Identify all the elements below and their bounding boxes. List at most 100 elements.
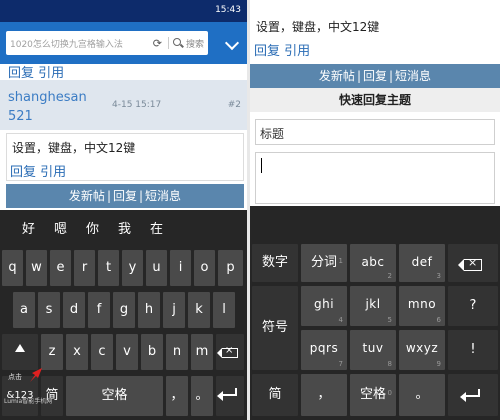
reply-quote-link[interactable]: 回复 引用 [10, 161, 66, 180]
key-w[interactable]: w [26, 250, 47, 286]
comma-key[interactable]: ， [166, 376, 188, 416]
backspace-icon [217, 345, 238, 358]
key-l[interactable]: l [213, 292, 235, 328]
reply-quote-link[interactable]: 回复 引用 [254, 40, 310, 59]
shift-arrow-icon [15, 344, 25, 352]
candidate-word[interactable]: 好 [22, 218, 35, 237]
key-ghi[interactable]: ghi 4 [301, 286, 347, 326]
search-placeholder: 1020怎么切换九宫格输入法 [10, 39, 123, 50]
quick-reply-title: 快速回复主题 [250, 88, 500, 112]
shift-key[interactable] [2, 334, 38, 370]
refresh-icon[interactable]: ⟳ [153, 37, 162, 50]
enter-icon [460, 389, 480, 402]
text-caret [261, 158, 262, 173]
key-i[interactable]: i [170, 250, 191, 286]
post-content: 设置，键盘，中文12键 [12, 141, 136, 155]
period-key[interactable]: 。 [399, 374, 445, 416]
candidate-bar: 好 嗯 你 我 在 [0, 210, 247, 244]
key-s[interactable]: s [38, 292, 60, 328]
key-o[interactable]: o [194, 250, 215, 286]
comma-key[interactable]: ， [301, 374, 347, 416]
key-jkl[interactable]: jkl 5 [350, 286, 396, 326]
key-e[interactable]: e [50, 250, 71, 286]
key-j[interactable]: j [163, 292, 185, 328]
action-bar: 发新帖 | 回复 | 短消息 [6, 184, 244, 208]
title-field[interactable]: 标题 [255, 119, 495, 145]
key-wxyz[interactable]: wxyz 9 [399, 330, 445, 370]
digits-key[interactable]: 数字 [252, 244, 298, 282]
post-floor: #2 [227, 100, 241, 110]
post-username[interactable]: shanghesan 521 [8, 88, 128, 126]
key-k[interactable]: k [188, 292, 210, 328]
key-h[interactable]: h [138, 292, 160, 328]
message-button[interactable]: 短消息 [394, 69, 432, 83]
language-key[interactable]: 简 [252, 374, 298, 416]
period-key[interactable]: 。 [191, 376, 213, 416]
watermark-text: Lumia智能手机网 [4, 398, 53, 405]
key-def[interactable]: def 3 [399, 244, 445, 282]
key-z[interactable]: z [41, 334, 63, 370]
enter-key[interactable] [448, 374, 498, 416]
post-date: 4-15 15:17 [112, 100, 162, 110]
key-n[interactable]: n [166, 334, 188, 370]
key-x[interactable]: x [66, 334, 88, 370]
space-key[interactable]: 空格 0 [350, 374, 396, 416]
key-y[interactable]: y [122, 250, 143, 286]
divider [167, 37, 169, 49]
symbols-key[interactable]: &123 [2, 376, 38, 416]
key-r[interactable]: r [74, 250, 95, 286]
key-mno[interactable]: mno 6 [399, 286, 445, 326]
post-card: 设置，键盘，中文12键 回复 引用 [6, 133, 244, 181]
symbols-key[interactable]: 符号 [252, 286, 298, 370]
post-header: shanghesan 521 4-15 15:17 #2 [0, 80, 247, 130]
key-t[interactable]: t [98, 250, 119, 286]
key-b[interactable]: b [141, 334, 163, 370]
status-time: 15:43 [215, 5, 241, 15]
search-label[interactable]: 搜索 [186, 37, 204, 50]
backspace-key[interactable] [216, 334, 244, 370]
reply-button[interactable]: 回复 [362, 69, 388, 83]
message-button[interactable]: 短消息 [144, 189, 182, 203]
right-screen: 设置，键盘，中文12键 回复 引用 发新帖 | 回复 | 短消息 快速回复主题 标题 数… [250, 0, 500, 420]
key-q[interactable]: q [2, 250, 23, 286]
enter-icon [217, 388, 237, 401]
search-input[interactable]: 1020怎么切换九宫格输入法 ⟳ 搜索 [6, 31, 208, 55]
exclaim-key[interactable]: ! [448, 330, 498, 370]
key-tuv[interactable]: tuv 8 [350, 330, 396, 370]
question-key[interactable]: ? [448, 286, 498, 326]
key-v[interactable]: v [116, 334, 138, 370]
space-key[interactable]: 空格 [66, 376, 163, 416]
red-pointer-arrow-icon [30, 368, 42, 382]
reply-quote-link[interactable]: 回复 引用 [8, 62, 64, 81]
key-a[interactable]: a [13, 292, 35, 328]
backspace-key[interactable] [448, 244, 498, 282]
reply-body-field[interactable] [255, 152, 495, 204]
new-post-button[interactable]: 发新帖 [318, 69, 356, 83]
search-icon[interactable] [172, 37, 184, 49]
enter-key[interactable] [216, 376, 244, 416]
candidate-word[interactable]: 在 [150, 218, 163, 237]
qwerty-keyboard: q w e r t y u i o p a s d f g h j k l z … [0, 244, 247, 420]
new-post-button[interactable]: 发新帖 [68, 189, 106, 203]
key-u[interactable]: u [146, 250, 167, 286]
candidate-word[interactable]: 嗯 [54, 218, 67, 237]
key-c[interactable]: c [91, 334, 113, 370]
key-f[interactable]: f [88, 292, 110, 328]
key-m[interactable]: m [191, 334, 213, 370]
key-pqrs[interactable]: pqrs 7 [301, 330, 347, 370]
reply-button[interactable]: 回复 [112, 189, 138, 203]
t9-keyboard: 数字 分词 1 abc 2 def 3 符号 ghi 4 jkl 5 m [250, 206, 500, 420]
post-content: 设置，键盘，中文12键 [256, 20, 380, 34]
word-segment-key[interactable]: 分词 1 [301, 244, 347, 282]
left-screen: 15:43 1020怎么切换九宫格输入法 ⟳ 搜索 回复 引用 shanghes… [0, 0, 247, 420]
tap-hint-label: 点击 [8, 373, 22, 381]
candidate-word[interactable]: 我 [118, 218, 131, 237]
chevron-down-icon[interactable] [224, 35, 240, 51]
key-g[interactable]: g [113, 292, 135, 328]
status-bar: 15:43 [0, 0, 247, 22]
candidate-word[interactable]: 你 [86, 218, 99, 237]
key-d[interactable]: d [63, 292, 85, 328]
language-key[interactable]: 简 [41, 376, 63, 416]
key-p[interactable]: p [218, 250, 243, 286]
key-abc[interactable]: abc 2 [350, 244, 396, 282]
